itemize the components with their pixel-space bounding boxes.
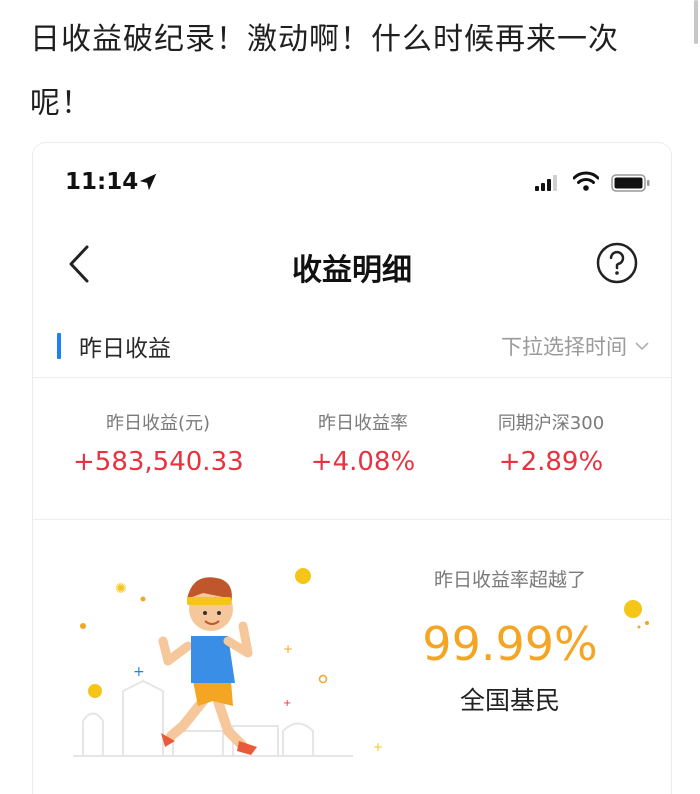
svg-text:✺: ✺ xyxy=(115,581,127,597)
stats-row: 昨日收益(元) +583,540.33 昨日收益率 +4.08% 同期沪深300… xyxy=(33,409,671,499)
section-header: 昨日收益 下拉选择时间 xyxy=(33,325,671,375)
status-bar: 11:14 xyxy=(33,143,671,223)
wifi-icon xyxy=(573,171,599,191)
screenshot-card: 11:14 收益明细 昨日收益 下拉选择时间 昨日收益(元) +583,540.… xyxy=(32,142,672,794)
page-title: 收益明细 xyxy=(292,253,412,288)
coin-icon xyxy=(624,600,649,629)
stat-label: 昨日收益(元) xyxy=(105,413,211,434)
stat-value: +4.08% xyxy=(310,447,416,477)
svg-text:+: + xyxy=(283,642,293,656)
scrollbar[interactable] xyxy=(694,0,698,44)
rank-label: 昨日收益率超越了 xyxy=(433,569,586,591)
stat-label: 昨日收益率 xyxy=(318,413,408,434)
section-title: 昨日收益 xyxy=(79,336,171,362)
nav-bar: 收益明细 xyxy=(33,233,671,293)
divider xyxy=(33,377,671,378)
time-select-dropdown[interactable]: 下拉选择时间 xyxy=(501,331,649,361)
stat-label: 同期沪深300 xyxy=(497,413,605,434)
question-circle-icon[interactable] xyxy=(595,241,639,285)
divider xyxy=(33,519,671,520)
rank-value: 99.99% xyxy=(422,617,598,671)
chevron-down-icon xyxy=(635,342,649,351)
svg-text:+: + xyxy=(283,698,291,709)
stat-csi300: 同期沪深300 +2.89% xyxy=(471,409,631,477)
stat-value: +2.89% xyxy=(498,447,604,477)
location-arrow-icon xyxy=(139,173,157,191)
svg-text:+: + xyxy=(133,664,145,680)
svg-text:+: + xyxy=(373,740,383,754)
status-time: 11:14 xyxy=(65,169,139,195)
stat-value: +583,540.33 xyxy=(73,447,244,477)
battery-icon xyxy=(611,174,650,192)
signal-icon xyxy=(535,175,557,191)
runner-illustration: ✺ + + + + xyxy=(73,568,383,757)
rank-suffix: 全国基民 xyxy=(459,686,560,715)
stat-yesterday-income: 昨日收益(元) +583,540.33 xyxy=(73,409,244,477)
rank-section: ✺ + + + + 昨日收益率超越了 99.99% 全国基民 xyxy=(33,521,671,794)
stat-yesterday-rate: 昨日收益率 +4.08% xyxy=(283,409,443,477)
time-select-label: 下拉选择时间 xyxy=(501,335,627,359)
post-text: 日收益破纪录！激动啊！什么时候再来一次呢！ xyxy=(30,22,619,121)
section-accent-bar xyxy=(57,333,61,359)
